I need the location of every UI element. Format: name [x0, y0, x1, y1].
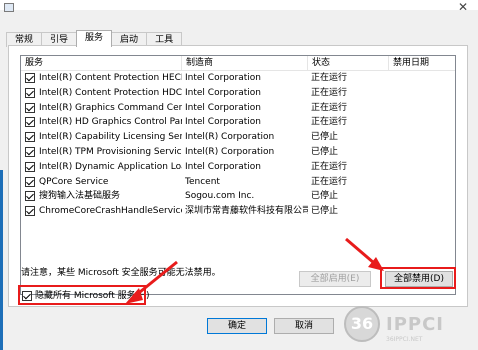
service-name: Intel(R) TPM Provisioning Service [39, 147, 182, 157]
service-status: 正在运行 [311, 87, 348, 98]
watermark: 36 IPPCI 36IPPCI.NET [300, 300, 478, 350]
service-status: 正在运行 [311, 176, 348, 187]
watermark-url: 36IPPCI.NET [386, 336, 423, 343]
service-row[interactable]: Intel(R) TPM Provisioning Service Intel(R… [21, 145, 455, 159]
service-maker: Intel Corporation [185, 87, 261, 98]
list-header: 服务 制造商 状态 禁用日期 [21, 56, 455, 71]
service-row[interactable]: Intel(R) Content Protection HECI ... Inte… [21, 71, 455, 85]
service-checkbox[interactable] [25, 191, 35, 202]
service-row[interactable]: Intel(R) Dynamic Application Loa... Intel… [21, 160, 455, 174]
arrow-to-hide-ms-icon [125, 260, 178, 304]
column-header-disabled-date[interactable]: 禁用日期 [389, 56, 455, 70]
service-row[interactable]: ChromeCoreCrashHandleService 深圳市常青藤软件科技有限… [21, 204, 455, 218]
service-maker: Intel Corporation [185, 73, 261, 83]
service-name: ChromeCoreCrashHandleService [39, 206, 182, 217]
service-name: Intel(R) HD Graphics Control Pan... [39, 117, 182, 128]
service-checkbox[interactable] [25, 102, 35, 113]
service-row[interactable]: QPCore Service Tencent 正在运行 [21, 175, 455, 189]
highlight-disable-all [380, 267, 456, 289]
tab-bar: 常规 引导 服务 启动 工具 [6, 30, 183, 47]
service-checkbox[interactable] [25, 132, 35, 143]
service-row[interactable]: 搜狗输入法基础服务 Sogou.com Inc. 已停止 [21, 189, 455, 203]
service-checkbox[interactable] [25, 117, 35, 128]
service-maker: Sogou.com Inc. [185, 191, 255, 202]
service-row[interactable]: Intel(R) Graphics Command Cent... Intel C… [21, 101, 455, 115]
title-bar [0, 0, 478, 10]
service-name: Intel(R) Content Protection HECI ... [39, 73, 182, 83]
service-name: QPCore Service [39, 176, 109, 187]
service-checkbox[interactable] [25, 206, 35, 217]
service-status: 已停止 [311, 191, 339, 202]
service-status: 正在运行 [311, 117, 348, 128]
desktop-edge [0, 170, 3, 350]
watermark-text: IPPCI [386, 314, 444, 335]
service-maker: Intel Corporation [185, 102, 261, 113]
service-name: Intel(R) Dynamic Application Loa... [39, 161, 182, 172]
app-icon [4, 3, 14, 12]
service-maker: Tencent [185, 176, 220, 187]
service-checkbox[interactable] [25, 73, 35, 83]
service-maker: Intel Corporation [185, 161, 261, 172]
service-maker: Intel Corporation [185, 117, 261, 128]
service-checkbox[interactable] [25, 87, 35, 98]
service-row[interactable]: Intel(R) Capability Licensing Servi...In… [21, 130, 455, 144]
column-header-service[interactable]: 服务 [21, 56, 182, 70]
service-status: 已停止 [311, 147, 339, 157]
column-header-status[interactable]: 状态 [308, 56, 389, 70]
service-row[interactable]: Intel(R) Content Protection HDCP... Intel… [21, 86, 455, 100]
services-list[interactable]: 服务 制造商 状态 禁用日期 Intel(R) Content Protecti… [20, 55, 456, 295]
service-name: Intel(R) Content Protection HDCP... [39, 87, 182, 98]
arrow-to-disable-all-icon [345, 237, 384, 271]
service-row[interactable]: Intel(R) HD Graphics Control Pan... Intel… [21, 115, 455, 129]
service-name: 搜狗输入法基础服务 [39, 191, 121, 202]
service-status: 正在运行 [311, 161, 348, 172]
service-checkbox[interactable] [25, 147, 35, 157]
service-checkbox[interactable] [25, 176, 35, 187]
service-status: 已停止 [311, 206, 339, 217]
service-name: Intel(R) Graphics Command Cent... [39, 102, 182, 113]
service-status: 正在运行 [311, 102, 348, 113]
service-maker: Intel(R) Corporation [185, 147, 275, 157]
tab-services[interactable]: 服务 [76, 30, 113, 47]
column-header-maker[interactable]: 制造商 [182, 56, 308, 70]
close-icon[interactable]: ✕ [458, 1, 468, 13]
service-status: 已停止 [311, 132, 339, 143]
service-maker: 深圳市常青藤软件科技有限公司 [185, 206, 308, 217]
watermark-logo-icon: 36 [344, 306, 380, 342]
service-name: Intel(R) Capability Licensing Servi... [39, 132, 182, 143]
service-status: 正在运行 [311, 73, 348, 83]
ok-button[interactable]: 确定 [207, 318, 267, 334]
service-maker: Intel(R) Corporation [185, 132, 275, 143]
service-checkbox[interactable] [25, 161, 35, 172]
